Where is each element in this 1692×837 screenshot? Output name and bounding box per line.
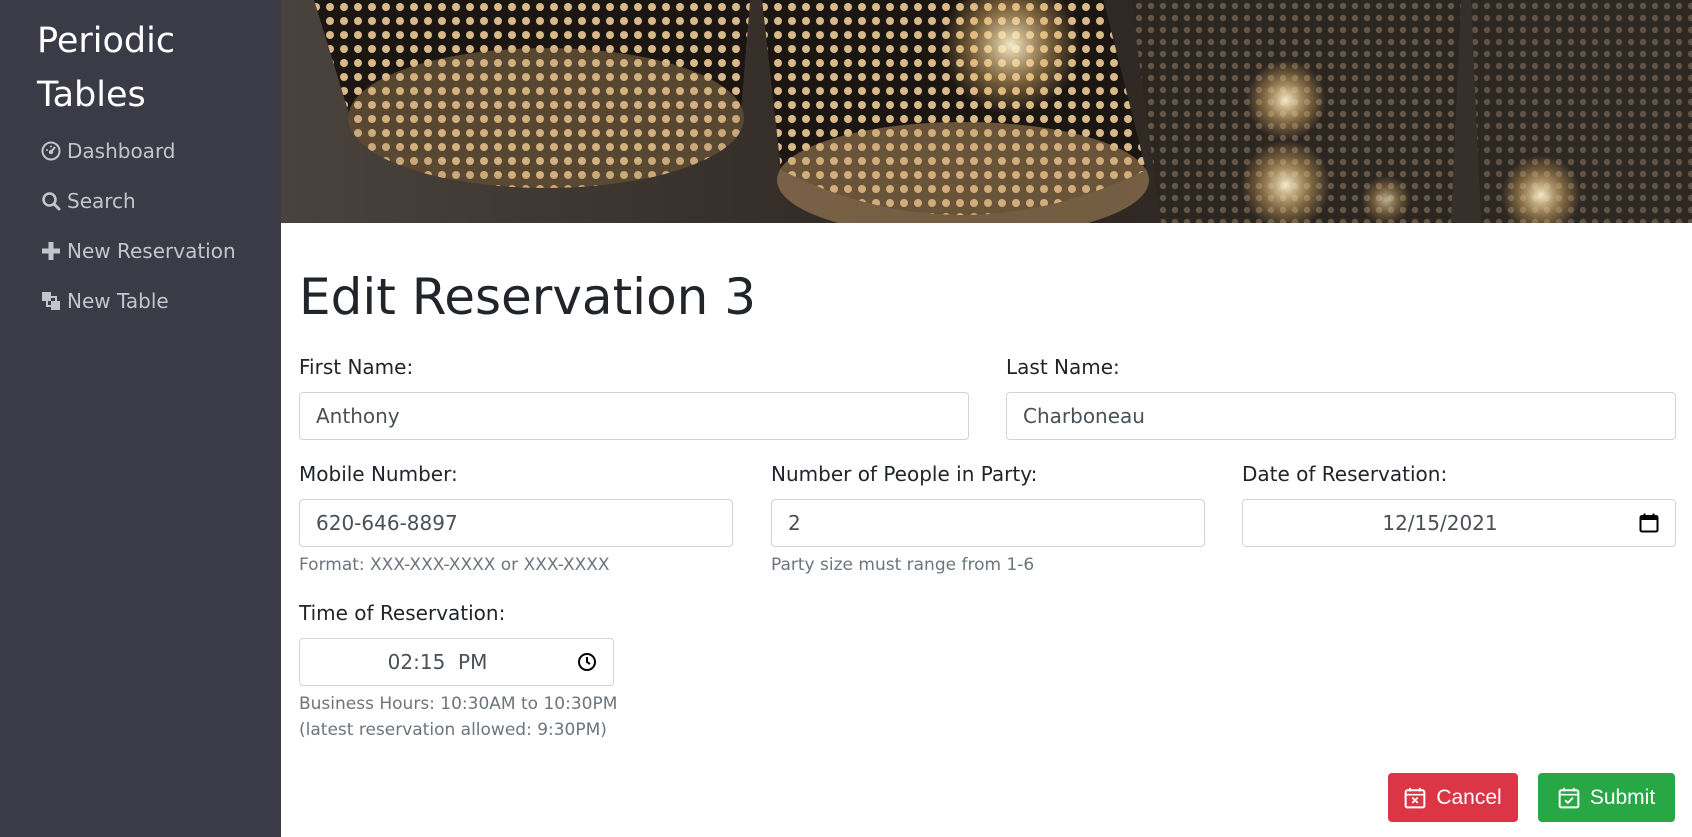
latest-reservation-help: (latest reservation allowed: 9:30PM) — [299, 720, 607, 740]
cancel-button[interactable]: Cancel — [1388, 773, 1518, 822]
calendar-icon[interactable] — [1637, 511, 1661, 535]
brand-title[interactable]: Periodic Tables — [37, 14, 267, 122]
sidebar-item-label: New Reservation — [67, 239, 236, 263]
party-size-label: Number of People in Party: — [771, 462, 1038, 486]
date-value: 12/15/2021 — [1382, 511, 1498, 535]
calendar-check-icon — [1558, 787, 1580, 809]
hero-banner-image — [281, 0, 1692, 223]
sidebar-item-search[interactable]: Search — [40, 189, 136, 213]
sidebar-item-label: New Table — [67, 289, 169, 313]
mobile-number-input[interactable] — [299, 499, 733, 547]
calendar-x-icon — [1404, 787, 1426, 809]
mobile-format-help: Format: XXX-XXX-XXXX or XXX-XXXX — [299, 555, 610, 575]
search-icon — [40, 190, 62, 212]
submit-button[interactable]: Submit — [1538, 773, 1675, 822]
clock-icon[interactable] — [575, 650, 599, 674]
business-hours-help: Business Hours: 10:30AM to 10:30PM — [299, 694, 618, 714]
first-name-input[interactable] — [299, 392, 969, 440]
last-name-label: Last Name: — [1006, 355, 1120, 379]
sidebar-item-new-table[interactable]: New Table — [40, 289, 169, 313]
party-size-input[interactable] — [771, 499, 1205, 547]
sidebar-item-dashboard[interactable]: Dashboard — [40, 139, 176, 163]
cancel-button-label: Cancel — [1436, 785, 1502, 809]
date-label: Date of Reservation: — [1242, 462, 1448, 486]
sidebar-item-label: Dashboard — [67, 139, 176, 163]
sidebar-item-new-reservation[interactable]: New Reservation — [40, 239, 236, 263]
dashboard-icon — [40, 140, 62, 162]
last-name-input[interactable] — [1006, 392, 1676, 440]
time-value: 02:15 PM — [387, 650, 488, 674]
party-size-help: Party size must range from 1-6 — [771, 555, 1035, 575]
mobile-number-label: Mobile Number: — [299, 462, 458, 486]
plus-icon — [40, 240, 62, 262]
sidebar: Periodic Tables Dashboard Search New Res… — [0, 0, 281, 837]
sidebar-item-label: Search — [67, 189, 136, 213]
time-label: Time of Reservation: — [299, 601, 506, 625]
tables-icon — [40, 290, 62, 312]
page-title: Edit Reservation 3 — [299, 268, 757, 326]
time-input[interactable]: 02:15 PM — [299, 638, 614, 686]
first-name-label: First Name: — [299, 355, 414, 379]
date-input[interactable]: 12/15/2021 — [1242, 499, 1676, 547]
submit-button-label: Submit — [1589, 785, 1656, 809]
